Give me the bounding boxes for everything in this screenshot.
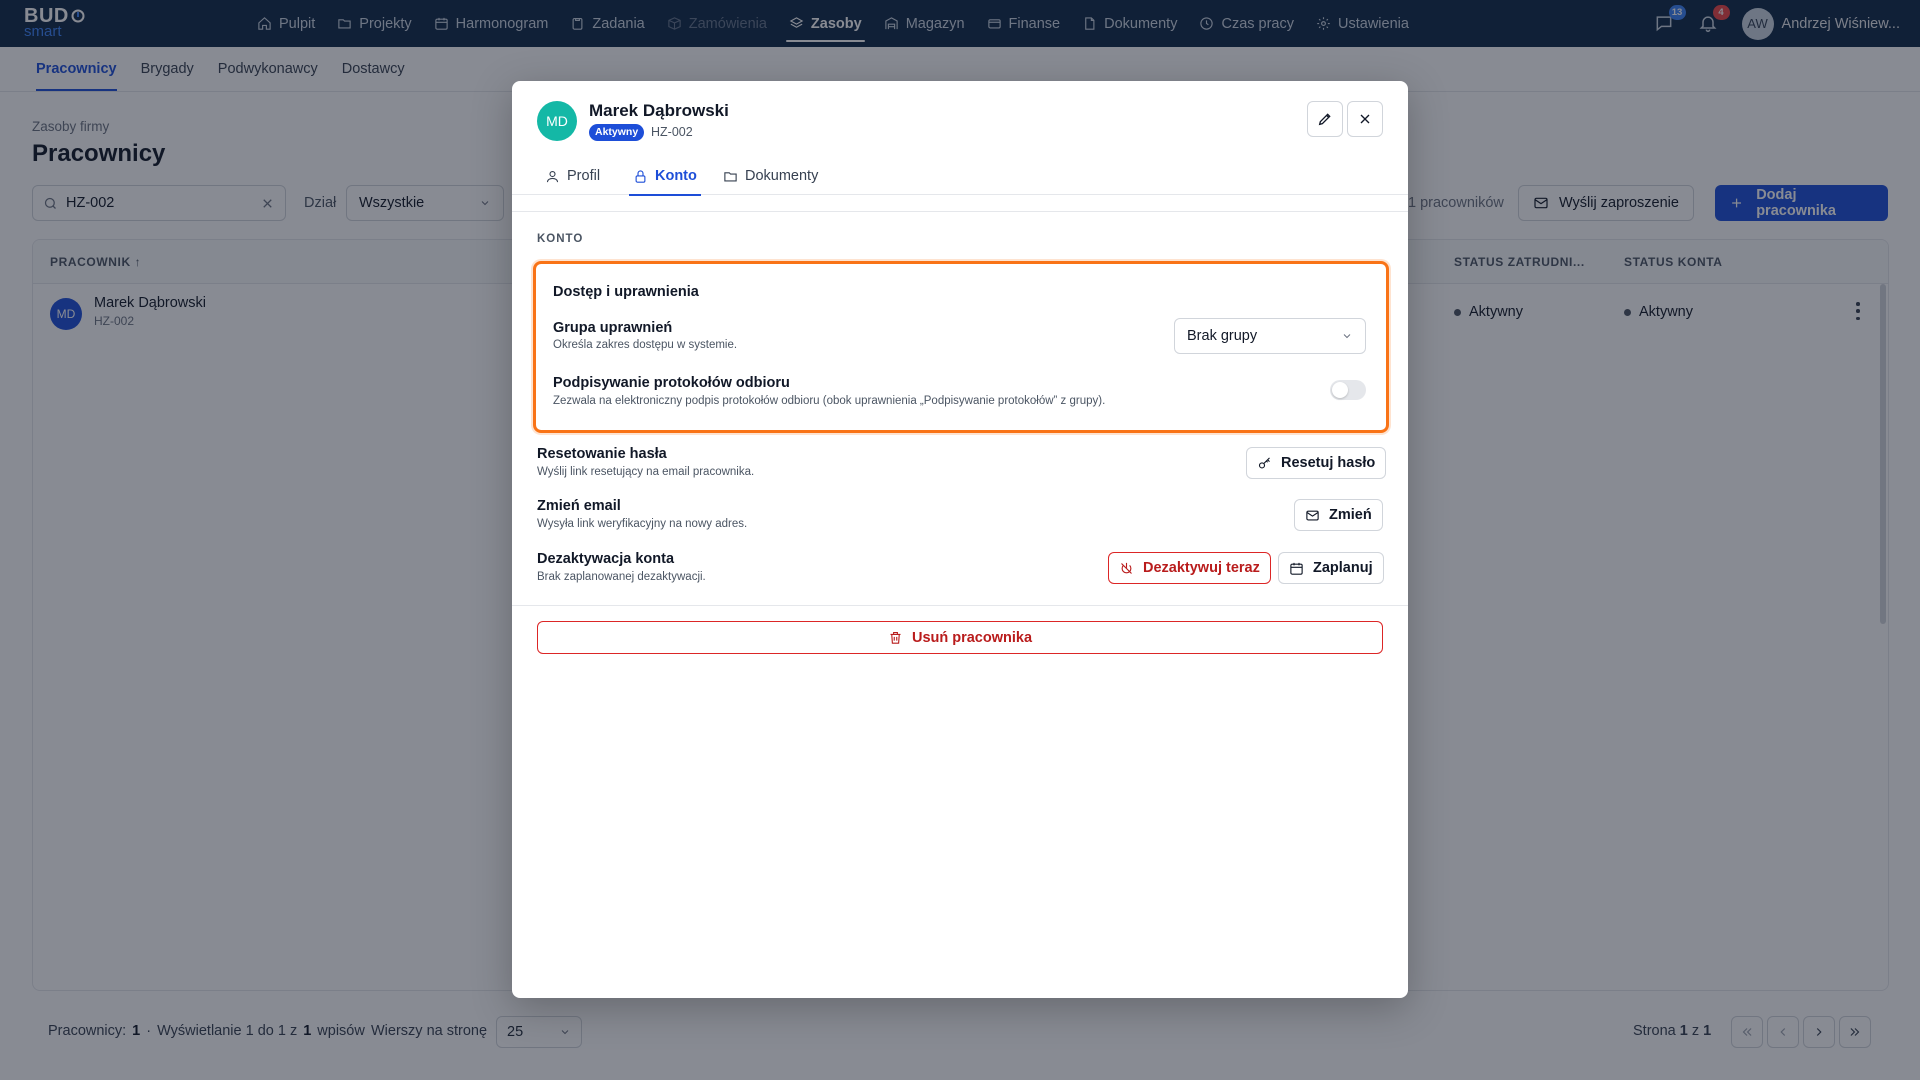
change-email-desc: Wysyła link weryfikacyjny na nowy adres. [537,518,748,530]
section-heading: KONTO [537,233,584,245]
avatar: MD [537,101,577,141]
folder-icon [724,171,737,181]
deactivate-account-desc: Brak zaplanowanej dezaktywacji. [537,571,706,583]
reset-password-desc: Wyślij link resetujący na email pracowni… [537,466,755,478]
close-button[interactable] [1347,101,1383,137]
sign-protocols-toggle[interactable] [1330,380,1366,400]
change-email-title: Zmień email [537,498,621,514]
permission-group-desc: Określa zakres dostępu w systemie. [553,339,738,351]
deactivate-now-button[interactable]: Dezaktywuj teraz [1108,552,1271,584]
permission-group-title: Grupa uprawnień [553,320,673,336]
lock-icon [635,169,646,183]
divider [512,605,1408,606]
close-icon [1360,114,1370,124]
schedule-deactivation-button[interactable]: Zaplanuj [1278,552,1384,584]
deactivate-account-title: Dezaktywacja konta [537,551,675,567]
power-off-icon [1121,562,1132,574]
change-email-button[interactable]: Zmień [1294,499,1383,531]
tab-konto[interactable]: Konto [629,157,701,196]
divider [512,211,1408,212]
pencil-icon [1318,113,1331,126]
tab-dokumenty[interactable]: Dokumenty [719,157,822,195]
user-icon [546,170,559,182]
modal-tabs: Profil Konto Dokumenty [512,157,1408,196]
key-icon [1258,456,1270,468]
reset-password-button[interactable]: Resetuj hasło [1246,447,1387,479]
reset-password-title: Resetowanie hasła [537,446,667,462]
sign-protocols-desc: Zezwala na elektroniczny podpis protokoł… [553,395,1106,407]
tab-profil[interactable]: Profil [541,157,604,195]
edit-button[interactable] [1307,101,1343,137]
mail-icon [1306,510,1319,520]
modal-employee-name: Marek Dąbrowski [589,101,729,120]
chevron-down-icon [1343,334,1351,339]
employee-modal: MD Marek Dąbrowski Aktywny HZ-002 Profil… [512,81,1408,998]
delete-employee-button[interactable]: Usuń pracownika [537,621,1383,654]
trash-icon [890,631,901,644]
calendar-icon [1290,562,1303,575]
status-badge: Aktywny [589,124,645,141]
permission-group-select[interactable]: Brak grupy [1174,318,1366,354]
sign-protocols-title: Podpisywanie protokołów odbioru [553,375,790,391]
modal-employee-id: HZ-002 [651,125,693,139]
access-permissions-title: Dostęp i uprawnienia [553,284,699,300]
